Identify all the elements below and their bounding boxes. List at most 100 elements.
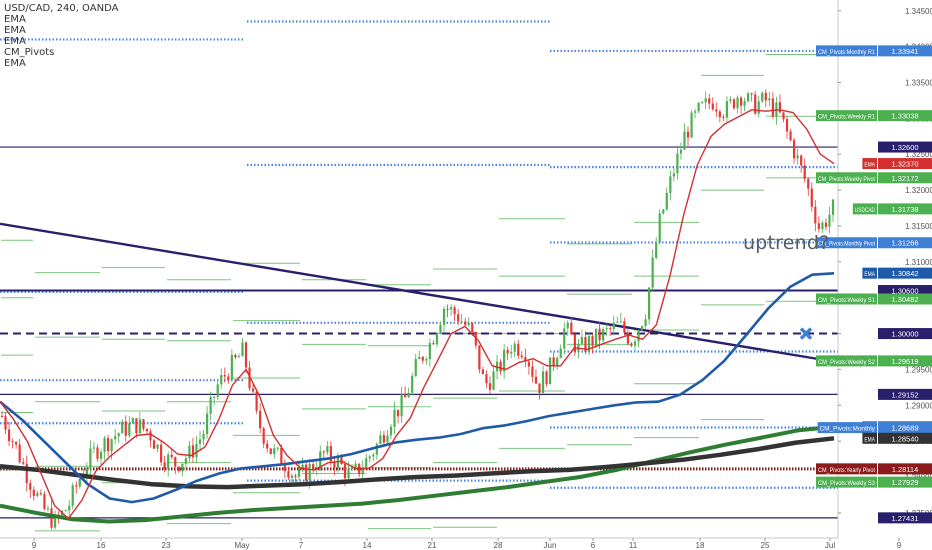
- price-tag-label: CM_Pivots:Monthly R1: [818, 49, 875, 56]
- candle-body: [556, 358, 559, 366]
- x-tick-label: 7: [299, 541, 304, 550]
- candle-body: [375, 443, 378, 455]
- candle-body: [439, 324, 442, 334]
- candle-body: [393, 409, 396, 427]
- candle-body: [379, 435, 382, 444]
- candle-body: [697, 102, 700, 112]
- price-tag-value: 1.28540: [891, 434, 918, 443]
- candle-body: [552, 357, 555, 366]
- candle-body: [184, 458, 187, 464]
- x-tick-label: 14: [363, 541, 372, 550]
- candle-body: [142, 419, 145, 429]
- candle-body: [75, 485, 78, 487]
- price-tag-value: 1.28114: [892, 465, 919, 474]
- candle-body: [499, 361, 502, 372]
- candle-body: [736, 97, 739, 109]
- candle-body: [227, 376, 230, 380]
- candle-body: [50, 508, 53, 528]
- x-tick-label: 25: [761, 541, 770, 550]
- candle-body: [778, 102, 782, 113]
- candle-body: [750, 93, 753, 95]
- candle-body: [400, 394, 403, 417]
- candle-body: [771, 98, 774, 117]
- candle-body: [796, 155, 799, 159]
- price-tag-label: USDCAD: [855, 207, 875, 214]
- candle-body: [648, 287, 651, 320]
- candle-body: [761, 92, 764, 102]
- candle-body: [255, 391, 258, 411]
- candle-body: [106, 438, 110, 452]
- legend-ema-4[interactable]: EMA: [4, 58, 118, 69]
- candle-body: [244, 342, 248, 368]
- price-tag-value: 1.33941: [891, 47, 918, 56]
- price-tag-value: 1.30842: [891, 269, 918, 278]
- legend-ema-1[interactable]: EMA: [4, 14, 118, 25]
- candle-body: [605, 328, 608, 330]
- candle-body: [103, 438, 106, 453]
- candle-body: [672, 173, 675, 177]
- indicator-legend: USD/CAD, 240, OANDA EMA EMA EMA CM_Pivot…: [4, 3, 118, 69]
- price-chart[interactable]: 1.345001.340001.335001.330001.325001.320…: [0, 0, 932, 550]
- candle-body: [513, 343, 516, 352]
- candle-body: [711, 103, 714, 110]
- candle-body: [89, 448, 92, 470]
- candle-body: [386, 435, 389, 443]
- candle-body: [71, 485, 74, 506]
- candle-body: [99, 452, 103, 459]
- candle-body: [722, 117, 725, 119]
- candle-body: [170, 454, 173, 458]
- candle-body: [732, 99, 736, 109]
- candle-body: [658, 213, 661, 243]
- candle-body: [693, 111, 697, 113]
- symbol-title: USD/CAD, 240, OANDA: [4, 3, 119, 14]
- candle-body: [131, 418, 134, 424]
- x-tick-label: 28: [494, 541, 503, 550]
- candle-body: [623, 321, 626, 333]
- candle-body: [294, 475, 297, 477]
- candle-body: [421, 356, 424, 361]
- candle-body: [156, 444, 159, 449]
- candle-body: [152, 440, 156, 449]
- y-tick-label: 1.29000: [905, 401, 932, 410]
- candle-body: [831, 199, 835, 215]
- price-tag-value: 1.29619: [891, 357, 918, 366]
- candle-body: [213, 396, 216, 398]
- candle-body: [594, 328, 598, 346]
- candle-body: [676, 153, 679, 174]
- candle-body: [531, 366, 534, 377]
- x-tick-label: 9: [897, 541, 902, 550]
- price-tag-value: 1.33038: [891, 112, 918, 121]
- y-tick-label: 1.34500: [905, 7, 932, 16]
- candle-body: [262, 428, 265, 444]
- candle-body: [354, 463, 357, 468]
- candle-body: [460, 321, 463, 323]
- price-tag-value: 1.31266: [891, 239, 918, 248]
- legend-ema-3[interactable]: EMA: [4, 36, 118, 47]
- candle-body: [209, 397, 212, 414]
- candle-body: [817, 223, 820, 230]
- y-tick-label: 1.31500: [905, 222, 932, 231]
- candle-body: [828, 214, 831, 227]
- candle-body: [7, 429, 11, 442]
- candle-body: [446, 308, 449, 310]
- x-tick-label: 11: [629, 541, 638, 550]
- legend-ema-2[interactable]: EMA: [4, 25, 118, 36]
- candle-body: [471, 323, 474, 332]
- price-tag-label: EMA: [864, 162, 875, 169]
- candle-body: [633, 341, 637, 346]
- candle-body: [478, 345, 481, 370]
- candle-body: [326, 446, 329, 453]
- y-tick-label: 1.33500: [905, 78, 932, 87]
- candle-body: [124, 421, 127, 436]
- price-tag-value: 1.32370: [891, 160, 918, 169]
- candle-body: [407, 392, 410, 398]
- candle-body: [729, 99, 732, 102]
- candle-body: [241, 342, 244, 357]
- candle-body: [372, 454, 375, 457]
- candle-body: [609, 328, 612, 330]
- x-tick-label: 16: [97, 541, 106, 550]
- candle-body: [160, 444, 163, 463]
- candle-body: [418, 356, 421, 360]
- legend-cm-pivots[interactable]: CM_Pivots: [4, 47, 118, 58]
- candle-body: [347, 469, 350, 479]
